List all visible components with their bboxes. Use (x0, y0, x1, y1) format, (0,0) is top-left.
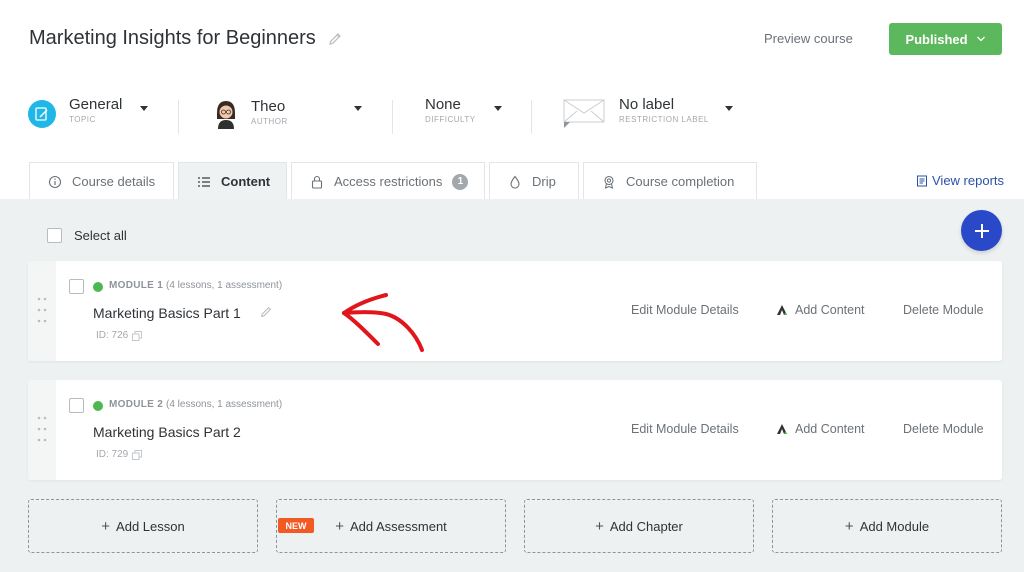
restriction-label-selector[interactable]: No label RESTRICTION LABEL (619, 96, 709, 136)
caret-down-icon[interactable] (354, 106, 362, 111)
author-avatar (217, 101, 235, 129)
add-chapter-label: Add Chapter (609, 518, 683, 534)
add-content-icon (777, 305, 787, 315)
page-header: Marketing Insights for Beginners Preview… (0, 0, 1024, 80)
drag-handle[interactable] (28, 380, 56, 480)
add-lesson-label: Add Lesson (116, 518, 185, 534)
restrictions-count-badge: 1 (452, 173, 469, 190)
report-icon (917, 175, 927, 186)
tab-label: Drip (532, 174, 556, 189)
view-reports-link[interactable]: View reports (916, 173, 1004, 188)
tab-content[interactable]: Content (178, 162, 287, 200)
page-title: Marketing Insights for Beginners (29, 27, 316, 49)
select-all-label: Select all (74, 228, 127, 243)
add-module-label: Add Module (859, 518, 930, 534)
tab-drip[interactable]: Drip (489, 162, 579, 200)
tab-label: Access restrictions (334, 174, 443, 189)
add-content-link[interactable]: Add Content (776, 303, 865, 317)
tab-course-completion[interactable]: Course completion (583, 162, 757, 200)
status-dot (93, 282, 103, 292)
add-content-label: Add Content (795, 303, 865, 317)
select-all[interactable]: Select all (47, 228, 127, 243)
difficulty-value: None (425, 96, 461, 113)
edit-module-details-link[interactable]: Edit Module Details (631, 422, 739, 436)
author-selector[interactable]: Theo AUTHOR (251, 98, 288, 138)
lock-icon (311, 175, 323, 189)
tab-label: Course details (72, 174, 156, 189)
module-number: MODULE 1 (109, 280, 164, 291)
add-content-link[interactable]: Add Content (776, 422, 865, 436)
drag-dots-icon (37, 297, 47, 323)
plus-icon: + (595, 517, 604, 535)
author-value: Theo (251, 98, 286, 115)
edit-module-details-link[interactable]: Edit Module Details (631, 303, 739, 317)
plus-icon: + (335, 517, 344, 535)
list-icon (198, 176, 210, 187)
module-title: Marketing Basics Part 1 (93, 305, 241, 321)
plus-icon: + (101, 517, 111, 535)
divider (392, 100, 393, 134)
tab-label: Course completion (626, 174, 735, 189)
add-content-icon (777, 424, 787, 434)
plus-icon: + (844, 517, 854, 535)
add-button[interactable] (961, 210, 1002, 251)
delete-module-link[interactable]: Delete Module (903, 422, 984, 436)
add-assessment-label: Add Assessment (349, 518, 447, 534)
module-checkbox[interactable] (69, 279, 84, 294)
module-id-text: ID: 726 (96, 330, 129, 341)
new-badge: NEW (278, 518, 314, 533)
drop-icon (510, 175, 520, 189)
published-label: Published (905, 31, 968, 47)
status-dot (93, 401, 103, 411)
pencil-icon[interactable] (327, 31, 343, 47)
restriction-value: No label (619, 96, 675, 113)
caret-down-icon[interactable] (140, 106, 148, 111)
difficulty-label: DIFFICULTY (425, 115, 476, 124)
module-lesson-count: (4 lessons, 1 assessment) (166, 280, 283, 291)
module-id: ID: 726 (96, 330, 143, 341)
view-reports-label: View reports (932, 173, 1005, 188)
module-card: MODULE 1 (4 lessons, 1 assessment) Marke… (28, 261, 1002, 361)
add-module-button[interactable]: + Add Module (772, 499, 1002, 553)
copy-icon[interactable] (132, 330, 143, 341)
topic-value: General (69, 96, 123, 113)
chevron-down-icon (976, 36, 985, 42)
add-chapter-button[interactable]: + Add Chapter (524, 499, 754, 553)
tab-access-restrictions[interactable]: Access restrictions 1 (291, 162, 485, 200)
author-label: AUTHOR (251, 117, 288, 126)
caret-down-icon[interactable] (725, 106, 733, 111)
add-lesson-button[interactable]: + Add Lesson (28, 499, 258, 553)
module-title: Marketing Basics Part 2 (93, 424, 241, 440)
caret-down-icon[interactable] (494, 106, 502, 111)
tab-label: Content (221, 174, 271, 189)
module-lesson-count: (4 lessons, 1 assessment) (166, 399, 283, 410)
add-content-label: Add Content (795, 422, 865, 436)
module-checkbox[interactable] (69, 398, 84, 413)
divider (178, 100, 179, 134)
restriction-label: RESTRICTION LABEL (619, 115, 709, 124)
award-icon (604, 175, 614, 189)
plus-icon (974, 223, 989, 238)
topic-selector[interactable]: General TOPIC (69, 96, 122, 136)
published-dropdown-button[interactable]: Published (889, 23, 1002, 55)
info-icon (48, 175, 62, 188)
annotation-arrow-icon (342, 293, 424, 352)
select-all-checkbox[interactable] (47, 228, 62, 243)
drag-dots-icon (37, 416, 47, 442)
drag-handle[interactable] (28, 261, 56, 361)
module-card: MODULE 2 (4 lessons, 1 assessment) Marke… (28, 380, 1002, 480)
copy-icon[interactable] (132, 449, 143, 460)
module-id-text: ID: 729 (96, 449, 129, 460)
delete-module-link[interactable]: Delete Module (903, 303, 984, 317)
envelope-label-icon (563, 99, 605, 128)
divider (531, 100, 532, 134)
module-number: MODULE 2 (109, 399, 164, 410)
module-id: ID: 729 (96, 449, 143, 460)
topic-icon (28, 100, 56, 128)
pencil-icon[interactable] (259, 305, 273, 319)
difficulty-selector[interactable]: None DIFFICULTY (425, 96, 476, 136)
topic-label: TOPIC (69, 115, 96, 124)
tab-course-details[interactable]: Course details (29, 162, 174, 200)
preview-course-link[interactable]: Preview course (764, 31, 853, 46)
